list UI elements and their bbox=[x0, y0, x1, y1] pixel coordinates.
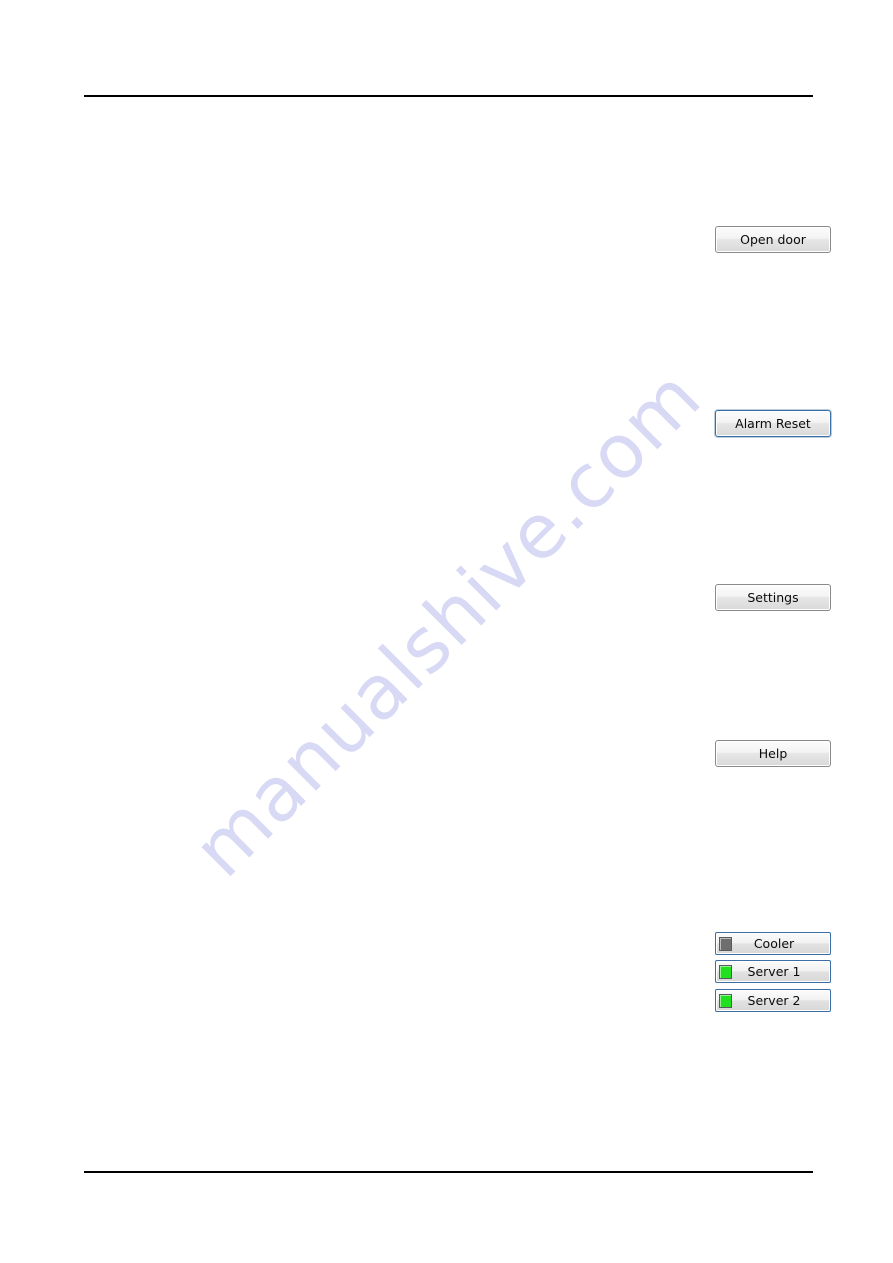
page-content: Open door Alarm Reset Settings Help Cool… bbox=[0, 0, 893, 1263]
status-button-cooler[interactable]: Cooler bbox=[715, 932, 831, 955]
alarm-reset-button[interactable]: Alarm Reset bbox=[715, 410, 831, 437]
help-button[interactable]: Help bbox=[715, 740, 831, 767]
footer-rule bbox=[84, 1171, 813, 1173]
status-button-server-2[interactable]: Server 2 bbox=[715, 989, 831, 1012]
status-label-server-2: Server 2 bbox=[747, 992, 801, 1008]
status-label-cooler: Cooler bbox=[753, 935, 795, 951]
open-door-button[interactable]: Open door bbox=[715, 226, 831, 253]
status-led-icon bbox=[719, 993, 732, 1008]
status-led-icon bbox=[719, 936, 732, 951]
status-led-icon bbox=[719, 964, 732, 979]
status-label-server-1: Server 1 bbox=[747, 963, 801, 979]
header-rule bbox=[84, 95, 813, 97]
settings-button[interactable]: Settings bbox=[715, 584, 831, 611]
status-button-server-1[interactable]: Server 1 bbox=[715, 960, 831, 983]
